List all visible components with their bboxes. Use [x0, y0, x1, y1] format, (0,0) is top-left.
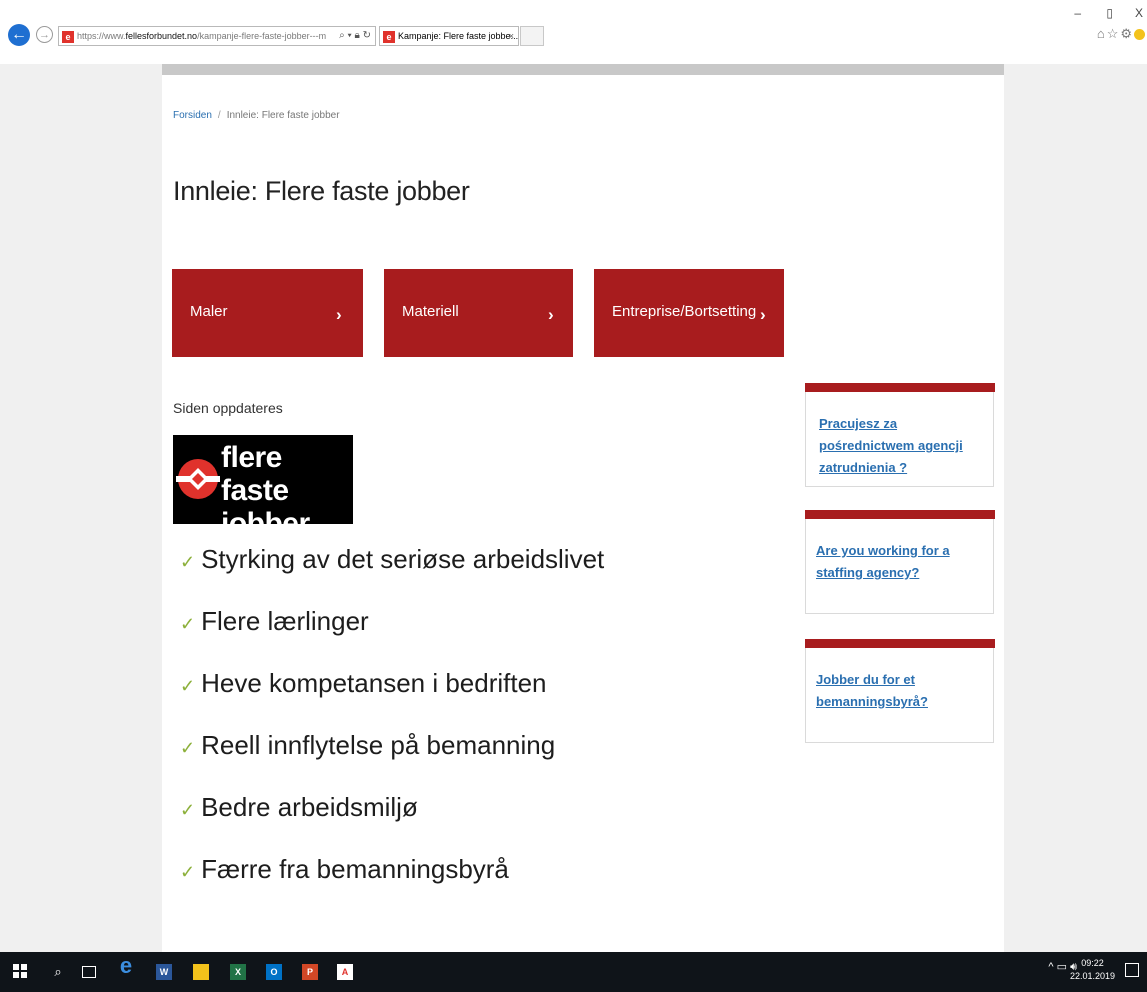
breadcrumb-home-link[interactable]: Forsiden [173, 110, 212, 121]
page-status-text: Siden oppdateres [173, 400, 283, 416]
excel-icon[interactable]: X [230, 964, 246, 980]
checkmark-icon: ✓ [180, 738, 196, 758]
taskbar-clock[interactable]: 09:22 22.01.2019 [1070, 957, 1115, 983]
category-button-label: Entreprise/Bortsetting [612, 303, 757, 320]
lock-icon[interactable]: 🔒︎ [355, 30, 360, 41]
checkmark-icon: ✓ [180, 614, 196, 634]
category-button-label: Maler [190, 303, 228, 320]
clock-date: 22.01.2019 [1069, 971, 1115, 981]
powerpoint-icon[interactable]: P [302, 964, 318, 980]
feedback-smiley-icon[interactable] [1134, 29, 1145, 41]
address-bar-tools: ⌕ ▾ 🔒︎ ↻ [339, 27, 371, 45]
chevron-up-icon[interactable]: ^ [1048, 961, 1053, 973]
home-icon[interactable]: ⌂ [1097, 26, 1107, 41]
benefits-checklist: ✓ Styrking av det seriøse arbeidslivet ✓ F… [180, 544, 604, 916]
page-content: Forsiden / Innleie: Flere faste jobber Inn… [162, 64, 1004, 952]
list-item-text: Reell innflytelse på bemanning [201, 730, 556, 760]
address-bar[interactable]: e https://www.fellesforbundet.no/kampanje… [58, 26, 376, 46]
category-button-materiell[interactable]: Materiell › [384, 269, 573, 357]
category-button-label: Materiell [402, 303, 459, 320]
checkmark-icon: ✓ [180, 552, 196, 572]
list-item: ✓ Flere lærlinger [180, 606, 604, 668]
browser-chrome: ← → e https://www.fellesforbundet.no/kamp… [0, 0, 1147, 64]
url-prefix: https://www. [77, 31, 126, 41]
list-item-text: Styrking av det seriøse arbeidslivet [201, 544, 605, 574]
list-item: ✓ Reell innflytelse på bemanning [180, 730, 604, 792]
breadcrumb: Forsiden / Innleie: Flere faste jobber [173, 110, 340, 121]
acrobat-icon[interactable]: A [337, 964, 353, 980]
forward-button[interactable]: → [36, 26, 53, 43]
list-item-text: Flere lærlinger [201, 606, 369, 636]
arrow-right-icon: → [39, 29, 50, 41]
clock-time: 09:22 [1081, 958, 1104, 968]
chevron-right-icon: › [760, 305, 766, 324]
logo-line-2: jobber [221, 507, 310, 540]
url-domain: fellesforbundet.no [125, 31, 198, 41]
campaign-logo-icon [176, 459, 220, 499]
windows-taskbar: ⌕ e W X O P A ^ ▭ 🔊︎ 09:22 22.01.2019 [0, 952, 1147, 992]
card-accent-bar [805, 383, 995, 392]
chevron-right-icon: › [336, 305, 342, 324]
edge-browser-icon[interactable]: e [118, 955, 134, 977]
task-view-icon[interactable] [82, 966, 96, 978]
logo-line-1: flere faste [221, 441, 289, 507]
settings-gear-icon[interactable]: ⚙ [1120, 26, 1134, 41]
file-explorer-icon[interactable] [193, 964, 209, 980]
windows-start-icon[interactable] [12, 964, 28, 980]
breadcrumb-current: Innleie: Flere faste jobber [226, 110, 340, 121]
restore-button[interactable]: ▯ [1106, 6, 1113, 20]
notification-center-icon[interactable] [1125, 963, 1139, 977]
arrow-left-icon: ← [11, 26, 27, 43]
tab-close-icon[interactable]: × [509, 27, 514, 45]
flere-faste-jobber-logo: flere faste jobber [173, 435, 353, 540]
browser-tab[interactable]: e Kampanje: Flere faste jobbe... × [379, 26, 519, 46]
category-button-entreprise[interactable]: Entreprise/Bortsetting › [594, 269, 784, 357]
sidebar-link-norwegian[interactable]: Jobber du for et bemanningsbyrå? [816, 669, 983, 713]
word-icon[interactable]: W [156, 964, 172, 980]
list-item: ✓ Styrking av det seriøse arbeidslivet [180, 544, 604, 606]
sidebar-card-polish: Pracujesz za pośrednictwem agencji zatru… [805, 383, 995, 487]
outlook-icon[interactable]: O [266, 964, 282, 980]
category-button-maler[interactable]: Maler › [172, 269, 363, 357]
sidebar-link-english[interactable]: Are you working for a staffing agency? [816, 540, 983, 584]
minimize-button[interactable]: – [1074, 6, 1081, 20]
sidebar-link-polish[interactable]: Pracujesz za pośrednictwem agencji zatru… [819, 413, 983, 479]
browser-toolbar-icons: ⌂☆⚙ [1097, 26, 1145, 42]
page-header-bar [162, 64, 1004, 75]
close-button[interactable]: X [1135, 6, 1143, 20]
site-favicon-icon: e [62, 30, 74, 43]
list-item: ✓ Bedre arbeidsmiljø [180, 792, 604, 854]
card-accent-bar [805, 639, 995, 648]
list-item-text: Færre fra bemanningsbyrå [201, 854, 509, 884]
network-icon[interactable]: ▭ [1057, 961, 1067, 973]
list-item: ✓ Heve kompetansen i bedriften [180, 668, 604, 730]
url-path: /kampanje-flere-faste-jobber---m [197, 31, 327, 41]
chevron-right-icon: › [548, 305, 554, 324]
checkmark-icon: ✓ [180, 800, 196, 820]
checkmark-icon: ✓ [180, 862, 196, 882]
new-tab-button[interactable] [520, 26, 544, 46]
tab-title: Kampanje: Flere faste jobbe... [398, 31, 519, 41]
list-item-text: Bedre arbeidsmiljø [201, 792, 418, 822]
back-button[interactable]: ← [8, 24, 30, 46]
favorites-star-icon[interactable]: ☆ [1107, 26, 1121, 41]
logo-wordmark: flere faste jobber [221, 441, 353, 540]
refresh-icon[interactable]: ↻ [363, 30, 371, 41]
list-item: ✓ Færre fra bemanningsbyrå [180, 854, 604, 916]
tab-favicon-icon: e [383, 30, 395, 43]
sidebar-card-english: Are you working for a staffing agency? [805, 510, 995, 614]
dropdown-icon[interactable]: ▾ [348, 30, 352, 41]
search-icon[interactable]: ⌕ [50, 964, 66, 980]
search-icon[interactable]: ⌕ [339, 30, 345, 41]
breadcrumb-separator: / [217, 110, 221, 121]
card-accent-bar [805, 510, 995, 519]
checkmark-icon: ✓ [180, 676, 196, 696]
list-item-text: Heve kompetansen i bedriften [201, 668, 547, 698]
page-title: Innleie: Flere faste jobber [173, 176, 470, 206]
sidebar-card-norwegian: Jobber du for et bemanningsbyrå? [805, 639, 995, 743]
